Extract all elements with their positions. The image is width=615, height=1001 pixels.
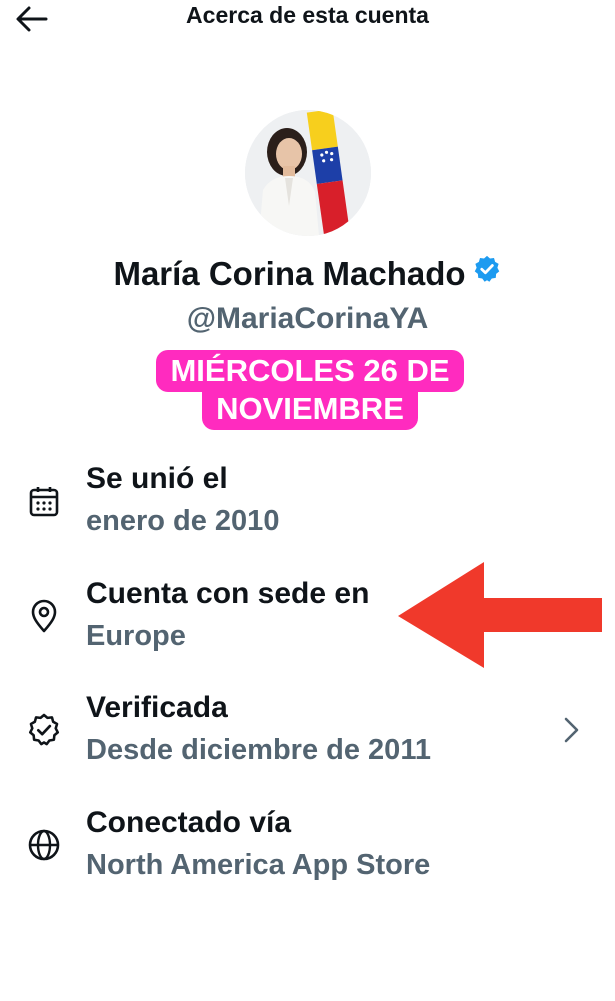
based-in-title: Cuenta con sede en (86, 577, 370, 610)
globe-icon (26, 827, 62, 863)
date-stamp-line-1: MIÉRCOLES 26 DE (156, 350, 464, 392)
verified-value: Desde diciembre de 2011 (86, 734, 431, 766)
date-stamp: MIÉRCOLES 26 DE NOVIEMBRE (145, 350, 475, 430)
location-pin-icon (26, 598, 62, 634)
profile-name: María Corina Machado (113, 255, 466, 292)
red-arrow-annotation (396, 560, 606, 670)
verified-badge-icon (472, 254, 502, 292)
joined-value: enero de 2010 (86, 505, 280, 537)
chevron-right-icon[interactable] (556, 713, 586, 747)
connected-via-title: Conectado vía (86, 806, 292, 839)
connected-via-value: North America App Store (86, 849, 431, 881)
profile-handle: @MariaCorinaYA (186, 302, 429, 335)
date-stamp-line-2: NOVIEMBRE (202, 388, 418, 430)
verified-title: Verificada (86, 691, 228, 724)
page-title: Acerca de esta cuenta (186, 2, 429, 28)
based-in-value: Europe (86, 620, 186, 652)
profile-name-row: María Corina Machado (0, 255, 615, 295)
calendar-icon (26, 483, 62, 519)
avatar[interactable] (245, 110, 371, 236)
verified-check-icon (26, 712, 62, 748)
joined-title: Se unió el (86, 462, 228, 495)
